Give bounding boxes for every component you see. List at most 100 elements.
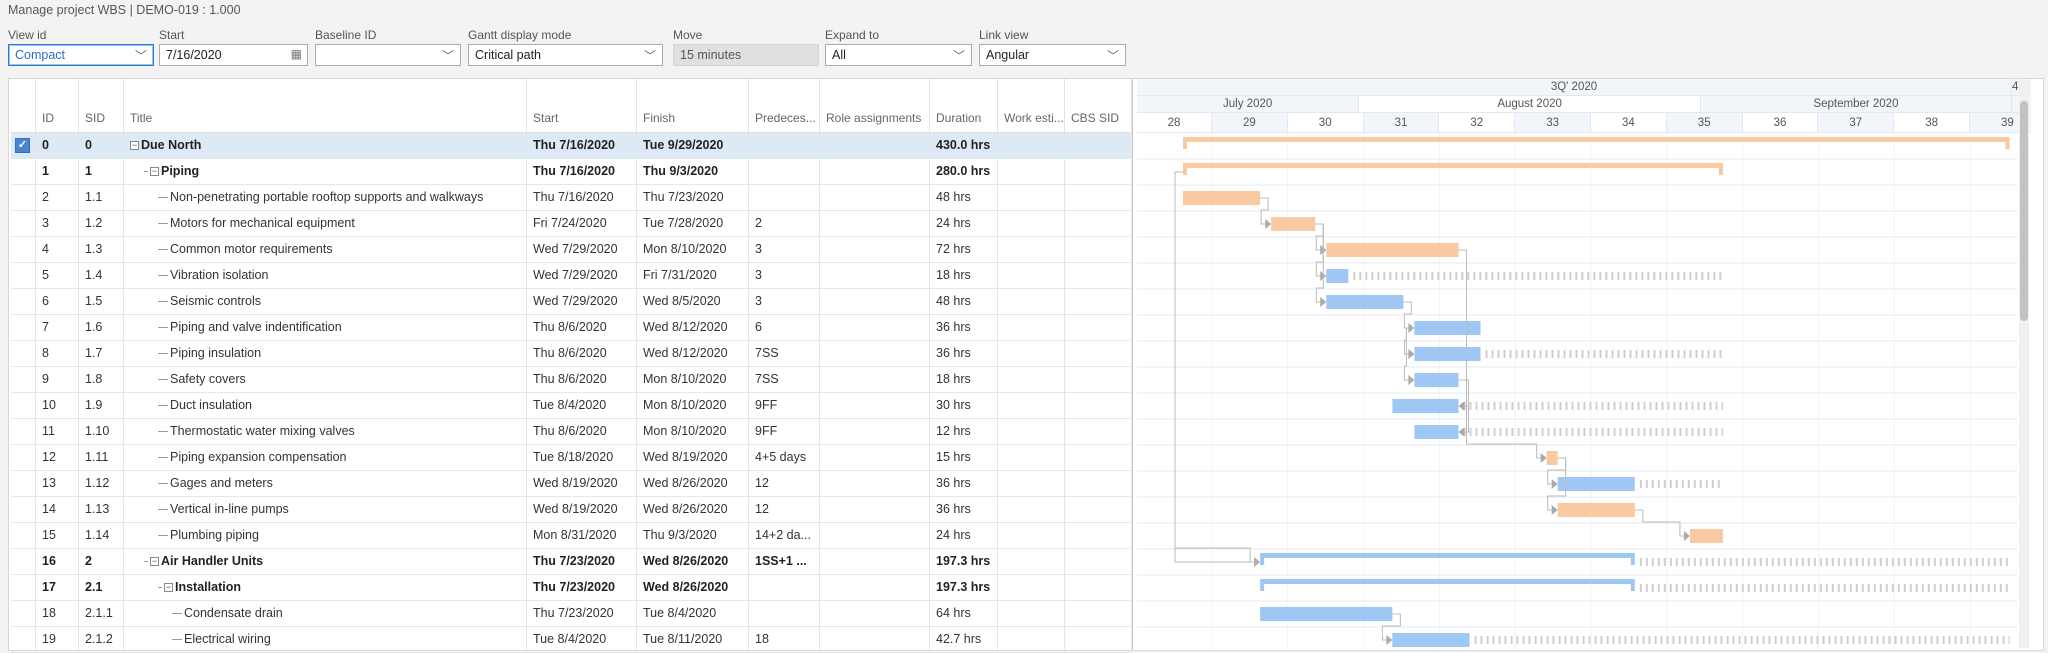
column-header[interactable]: Title	[124, 79, 527, 133]
table-row[interactable]: 8 1.7 Piping insulation Thu 8/6/2020 Wed 8/1…	[11, 341, 1132, 367]
duration-cell: 48 hrs	[930, 289, 998, 315]
table-row[interactable]: ✓ 0 0− Due North Thu 7/16/2020 Tue 9/29/2020 4…	[11, 133, 1132, 159]
empty-cell	[1065, 263, 1132, 289]
collapse-icon[interactable]: −	[150, 167, 159, 177]
checkbox-checked-icon[interactable]: ✓	[15, 138, 30, 153]
collapse-icon[interactable]: −	[164, 583, 173, 593]
arrow-icon	[1320, 297, 1327, 307]
row-select-cell	[11, 471, 36, 497]
gantt-mode-select[interactable]: Critical path ﹀	[468, 44, 663, 66]
column-header[interactable]: Work esti...	[998, 79, 1065, 133]
pred-cell: 3	[749, 289, 820, 315]
empty-cell	[820, 419, 930, 445]
id-cell: 16	[36, 549, 79, 575]
column-header[interactable]: SID	[79, 79, 124, 133]
column-header[interactable]: ID	[36, 79, 79, 133]
task-title: Gages and meters	[170, 476, 273, 490]
task-title: Thermostatic water mixing valves	[170, 424, 355, 438]
sid-cell: 1.12	[79, 471, 124, 497]
row-select-cell	[11, 367, 36, 393]
table-row[interactable]: 18 2.1.1 Condensate drain Thu 7/23/2020 Tue …	[11, 601, 1132, 627]
table-row[interactable]: 3 1.2 Motors for mechanical equipment Fri 7…	[11, 211, 1132, 237]
duration-cell: 18 hrs	[930, 263, 998, 289]
empty-cell	[1065, 159, 1132, 185]
table-row[interactable]: 6 1.5 Seismic controls Wed 7/29/2020 Wed 8/5…	[11, 289, 1132, 315]
gantt-mode-field: Gantt display mode Critical path ﹀	[468, 28, 663, 66]
collapse-icon[interactable]: −	[150, 557, 159, 567]
task-title: Piping insulation	[170, 346, 262, 360]
start-field: Start 7/16/2020 ▦	[159, 28, 308, 66]
start-date-input[interactable]: 7/16/2020 ▦	[159, 44, 308, 66]
duration-cell: 36 hrs	[930, 471, 998, 497]
row-select-cell	[11, 549, 36, 575]
link-view-select[interactable]: Angular ﹀	[979, 44, 1126, 66]
gantt-scrollbar[interactable]	[2019, 81, 2029, 648]
task-bar	[1326, 269, 1349, 283]
table-row[interactable]: 15 1.14 Plumbing piping Mon 8/31/2020 Thu 9/…	[11, 523, 1132, 549]
column-header[interactable]	[11, 79, 36, 133]
task-title: Vibration isolation	[170, 268, 269, 282]
sid-cell: 2.1	[79, 575, 124, 601]
table-row[interactable]: 12 1.11 Piping expansion compensation Tue 8…	[11, 445, 1132, 471]
table-row[interactable]: 14 1.13 Vertical in-line pumps Wed 8/19/202…	[11, 497, 1132, 523]
collapse-icon[interactable]: −	[130, 141, 139, 151]
duration-cell: 72 hrs	[930, 237, 998, 263]
tree-connector	[144, 171, 148, 173]
title-cell: Motors for mechanical equipment	[124, 211, 527, 237]
task-bar	[1326, 295, 1404, 309]
calendar-icon[interactable]: ▦	[291, 47, 302, 61]
title-cell: Plumbing piping	[124, 523, 527, 549]
tree-connector	[158, 431, 168, 433]
arrow-icon	[1683, 531, 1690, 541]
table-row[interactable]: 4 1.3 Common motor requirements Wed 7/29/20…	[11, 237, 1132, 263]
finish-cell: Wed 8/12/2020	[637, 341, 749, 367]
empty-cell	[1065, 549, 1132, 575]
title-cell: − Due North	[124, 133, 527, 159]
table-row[interactable]: 11 1.10 Thermostatic water mixing valves Th…	[11, 419, 1132, 445]
table-row[interactable]: 13 1.12 Gages and meters Wed 8/19/2020 Wed 8…	[11, 471, 1132, 497]
baseline-select[interactable]: ﹀	[315, 44, 461, 66]
table-row[interactable]: 16 2− Air Handler Units Thu 7/23/2020 Wed 8/…	[11, 549, 1132, 575]
column-header[interactable]: Predeces...	[749, 79, 820, 133]
column-header[interactable]: Role assignments	[820, 79, 930, 133]
empty-cell	[1065, 497, 1132, 523]
empty-cell	[1065, 471, 1132, 497]
column-header[interactable]: Duration	[930, 79, 998, 133]
tree-connector	[172, 613, 182, 615]
table-row[interactable]: 2 1.1 Non-penetrating portable rooftop sup…	[11, 185, 1132, 211]
column-header[interactable]: Start	[527, 79, 637, 133]
table-row[interactable]: 9 1.8 Safety covers Thu 8/6/2020 Mon 8/10/20…	[11, 367, 1132, 393]
table-row[interactable]: 7 1.6 Piping and valve indentification Thu …	[11, 315, 1132, 341]
baseline-field: Baseline ID ﹀	[315, 28, 461, 66]
table-row[interactable]: 19 2.1.2 Electrical wiring Tue 8/4/2020 Tue …	[11, 627, 1132, 653]
table-row[interactable]: 17 2.1− Installation Thu 7/23/2020 Wed 8/26/…	[11, 575, 1132, 601]
empty-cell	[998, 601, 1065, 627]
table-row[interactable]: 10 1.9 Duct insulation Tue 8/4/2020 Mon 8/10…	[11, 393, 1132, 419]
id-cell: 19	[36, 627, 79, 653]
expand-select[interactable]: All ﹀	[825, 44, 972, 66]
id-cell: 6	[36, 289, 79, 315]
empty-cell	[998, 445, 1065, 471]
table-row[interactable]: 5 1.4 Vibration isolation Wed 7/29/2020 Fri …	[11, 263, 1132, 289]
empty-cell	[820, 159, 930, 185]
empty-cell	[998, 185, 1065, 211]
view-id-select[interactable]: Compact ﹀	[8, 44, 154, 66]
tree-connector	[158, 509, 168, 511]
column-header[interactable]: CBS SID	[1065, 79, 1132, 133]
empty-cell	[820, 367, 930, 393]
sid-cell: 0	[79, 133, 124, 159]
tree-connector	[158, 301, 168, 303]
scrollbar-thumb[interactable]	[2020, 101, 2028, 321]
duration-cell: 36 hrs	[930, 315, 998, 341]
sid-cell: 1.2	[79, 211, 124, 237]
column-header[interactable]: Finish	[637, 79, 749, 133]
critical-task-bar	[1271, 217, 1316, 231]
sid-cell: 1.8	[79, 367, 124, 393]
duration-cell: 280.0 hrs	[930, 159, 998, 185]
id-cell: 8	[36, 341, 79, 367]
pred-cell: 7SS	[749, 367, 820, 393]
row-select-cell	[11, 575, 36, 601]
finish-cell: Wed 8/26/2020	[637, 471, 749, 497]
start-cell: Thu 7/23/2020	[527, 575, 637, 601]
table-row[interactable]: 1 1− Piping Thu 7/16/2020 Thu 9/3/2020 280.0 …	[11, 159, 1132, 185]
